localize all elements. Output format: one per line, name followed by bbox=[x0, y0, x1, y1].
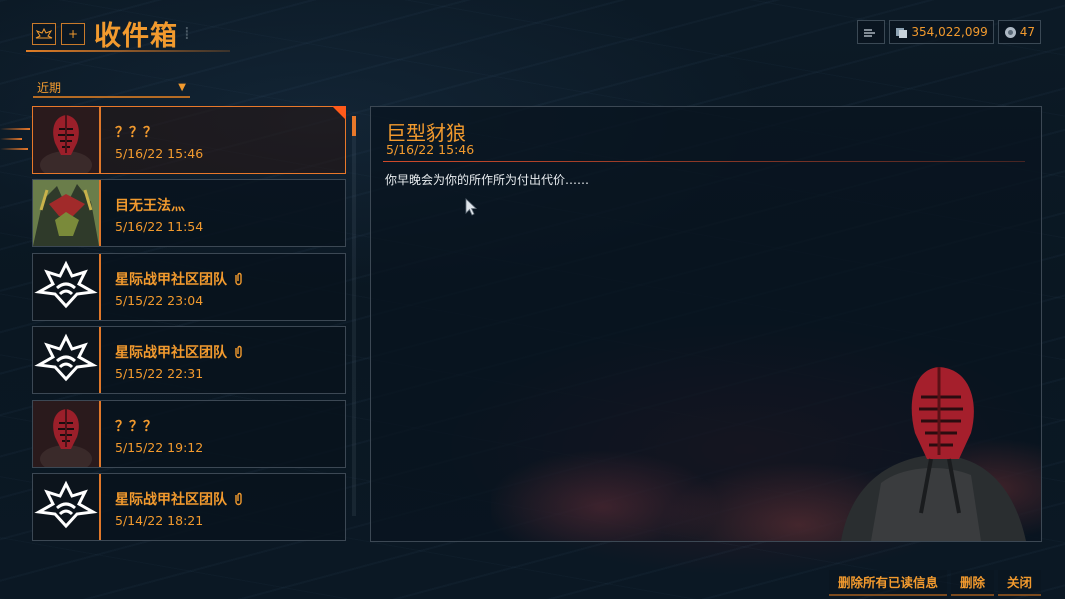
message-date: 5/14/22 18:21 bbox=[115, 512, 204, 528]
unread-marker bbox=[332, 106, 346, 120]
message-date: 5/15/22 23:04 bbox=[115, 292, 204, 308]
attachment-icon bbox=[235, 346, 242, 359]
avatar bbox=[33, 253, 101, 320]
profile-button[interactable] bbox=[32, 22, 56, 45]
lotus-logo-icon bbox=[33, 253, 99, 320]
message-date: 5/16/22 15:46 bbox=[115, 146, 204, 161]
attachment-icon bbox=[235, 492, 242, 506]
lotus-logo-icon bbox=[33, 327, 99, 394]
credits-value: 354,022,099 bbox=[911, 25, 988, 39]
message-list: ？？？ 5/16/22 15:46 目无王法灬 5/16/22 11:54 星际… bbox=[32, 106, 346, 542]
avatar bbox=[33, 473, 101, 540]
message-date: 5/16/22 11:54 bbox=[115, 219, 204, 235]
platinum-display: 47 bbox=[997, 20, 1041, 44]
title-dots: ⁞ bbox=[184, 23, 190, 44]
delete-all-read-button[interactable]: 删除所有已读信息 bbox=[828, 570, 947, 596]
header-underline bbox=[26, 50, 230, 52]
currency-bar: 354,022,099 47 bbox=[857, 20, 1041, 44]
mouse-cursor-icon bbox=[465, 198, 477, 216]
avatar bbox=[33, 107, 101, 173]
chevron-down-icon: ▼ bbox=[178, 81, 186, 93]
red-mask-warframe-icon bbox=[33, 400, 99, 467]
platinum-icon bbox=[1004, 26, 1016, 38]
message-item[interactable]: 星际战甲社区团队 5/15/22 23:04 bbox=[32, 252, 346, 321]
message-sender: 星际战甲社区团队 bbox=[115, 489, 244, 509]
avatar bbox=[33, 400, 101, 467]
message-sender: 目无王法灬 bbox=[115, 198, 185, 215]
header: + 收件箱 ⁞ bbox=[32, 14, 190, 53]
scrollbar-thumb[interactable] bbox=[352, 116, 356, 136]
message-item[interactable]: ？？？ 5/15/22 19:12 bbox=[32, 399, 346, 468]
message-sender: ？？？ bbox=[115, 125, 157, 141]
filter-dropdown[interactable]: 近期 ▼ bbox=[33, 78, 190, 98]
credits-display: 354,022,099 bbox=[889, 20, 994, 44]
message-detail-date: 5/16/22 15:46 bbox=[386, 142, 475, 157]
message-item[interactable]: ？？？ 5/16/22 15:46 bbox=[32, 106, 346, 174]
filter-selected: 近期 bbox=[37, 80, 62, 95]
message-item[interactable]: 目无王法灬 5/16/22 11:54 bbox=[32, 179, 346, 248]
selection-glow bbox=[0, 124, 32, 154]
scrollbar-track[interactable] bbox=[352, 116, 356, 516]
message-sender: 星际战甲社区团队 bbox=[115, 342, 244, 362]
add-button[interactable]: + bbox=[61, 22, 85, 45]
lotus-logo-icon bbox=[33, 473, 99, 540]
message-item[interactable]: 星际战甲社区团队 5/14/22 18:21 bbox=[32, 472, 346, 541]
message-date: 5/15/22 22:31 bbox=[115, 366, 204, 382]
message-detail-panel: 巨型豺狼 5/16/22 15:46 你早晚会为你的所作所为付出代价…… bbox=[370, 106, 1042, 542]
delete-button[interactable]: 删除 bbox=[950, 570, 994, 596]
plus-icon: + bbox=[67, 26, 79, 41]
page-title: 收件箱 bbox=[94, 21, 178, 52]
menu-button[interactable] bbox=[857, 20, 886, 44]
message-item[interactable]: 星际战甲社区团队 5/15/22 22:31 bbox=[32, 326, 346, 395]
attachment-icon bbox=[235, 272, 242, 285]
lotus-icon bbox=[35, 27, 53, 38]
footer-actions: 删除所有已读信息 删除 关闭 bbox=[828, 570, 1041, 596]
message-sender: ？？？ bbox=[115, 418, 157, 435]
message-date: 5/15/22 19:12 bbox=[115, 439, 204, 455]
player-warframe-icon bbox=[33, 180, 99, 247]
platinum-value: 47 bbox=[1019, 25, 1035, 39]
credits-icon bbox=[896, 27, 908, 38]
message-body: 你早晚会为你的所作所为付出代价…… bbox=[385, 173, 590, 187]
detail-divider bbox=[383, 161, 1025, 162]
avatar bbox=[33, 180, 101, 247]
menu-icon bbox=[864, 28, 876, 37]
message-sender: 星际战甲社区团队 bbox=[115, 269, 244, 289]
avatar bbox=[33, 327, 101, 394]
close-button[interactable]: 关闭 bbox=[997, 570, 1041, 596]
red-mask-warframe-icon bbox=[33, 107, 99, 173]
sender-character-image bbox=[841, 367, 1026, 541]
